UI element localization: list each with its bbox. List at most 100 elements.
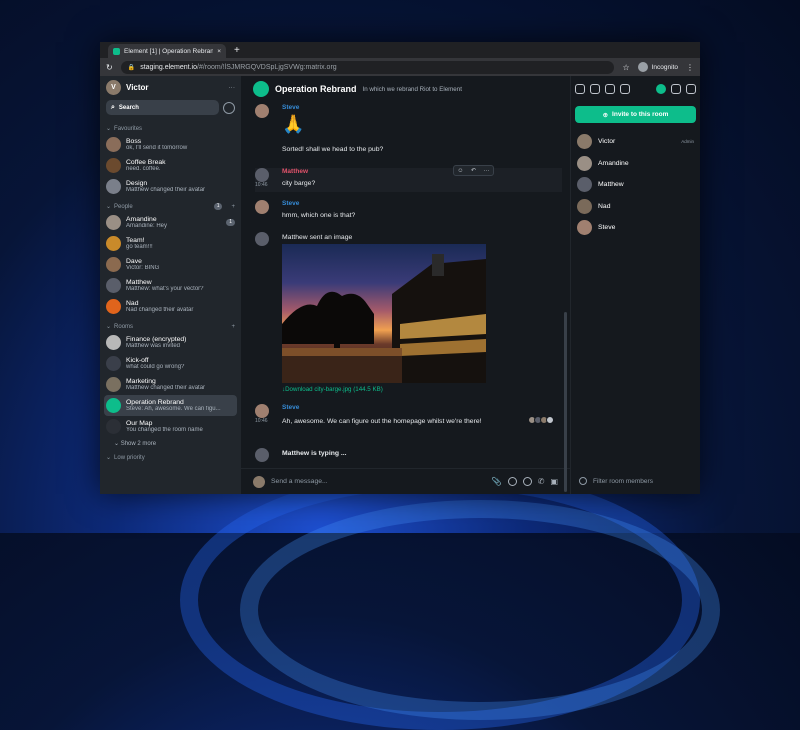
- room-tile[interactable]: Boss ok, I'll send it tomorrow: [100, 134, 241, 155]
- more-options-icon[interactable]: ···: [229, 84, 236, 91]
- city-barge-image[interactable]: [282, 244, 486, 383]
- message-input[interactable]: Send a message...: [271, 478, 486, 485]
- filter-placeholder: Filter room members: [593, 477, 653, 485]
- room-tile[interactable]: Operation Rebrand Steve: Ah, awesome. We …: [104, 395, 237, 416]
- new-tab-button[interactable]: +: [234, 44, 240, 58]
- add-icon[interactable]: +: [231, 204, 235, 210]
- filter-members-input[interactable]: Filter room members: [571, 468, 700, 494]
- user-menu[interactable]: V Victor ···: [100, 76, 241, 98]
- sticker-icon[interactable]: [522, 477, 532, 486]
- room-tile[interactable]: Team! go team!!!: [100, 233, 241, 254]
- favourites-list: Boss ok, I'll send it tomorrow Coffee Brea…: [100, 134, 241, 197]
- timeline-scrollbar[interactable]: [564, 312, 567, 492]
- room-avatar[interactable]: [253, 81, 269, 97]
- member-tile[interactable]: Amandine: [571, 153, 700, 175]
- section-people[interactable]: ⌄ People 1 +: [100, 197, 241, 212]
- room-name: Boss: [126, 138, 142, 145]
- url-host: staging.element.io: [140, 63, 198, 71]
- explore-rooms-icon[interactable]: [223, 101, 235, 114]
- search-room-icon[interactable]: [620, 84, 630, 94]
- room-tile[interactable]: Our Map You changed the room name: [100, 416, 241, 437]
- avatar[interactable]: [255, 200, 269, 214]
- member-tile[interactable]: Matthew: [571, 174, 700, 196]
- attachment-icon[interactable]: 📎: [492, 477, 502, 486]
- search-row: ⌕ Search: [106, 100, 235, 115]
- message-tile[interactable]: Steve hmm, which one is that?: [255, 200, 562, 224]
- files-icon[interactable]: [671, 84, 681, 94]
- room-name: Amandine: [126, 216, 157, 223]
- apps-icon[interactable]: [605, 84, 615, 94]
- voice-call-icon[interactable]: ✆: [538, 477, 545, 486]
- room-text: Coffee Break need. coffee.: [126, 159, 235, 172]
- room-tile[interactable]: Design Matthew changed their avatar: [100, 176, 241, 197]
- room-tile[interactable]: Marketing Matthew changed their avatar: [100, 374, 241, 395]
- invite-button[interactable]: ⊕ Invite to this room: [575, 106, 696, 123]
- browser-menu-icon[interactable]: ⋮: [686, 63, 694, 72]
- photo-scene: [282, 254, 486, 383]
- share-icon[interactable]: [590, 84, 600, 94]
- message-tile[interactable]: Steve 🙏 Sorted! shall we head to the pub…: [255, 104, 562, 160]
- rooms-list: Finance (encrypted) Matthew was invited Ki…: [100, 332, 241, 437]
- star-icon[interactable]: ☆: [622, 63, 629, 72]
- room-text: Nad Nad changed their avatar: [126, 300, 235, 313]
- avatar[interactable]: [255, 404, 269, 418]
- sender-name[interactable]: Steve: [282, 104, 299, 111]
- add-icon[interactable]: +: [231, 324, 235, 330]
- room-avatar: [106, 158, 121, 173]
- room-tile[interactable]: Amandine Amandine: Hey 1: [100, 212, 241, 233]
- search-button[interactable]: ⌕ Search: [106, 100, 219, 115]
- browser-tab[interactable]: Element [1] | Operation Rebrand ×: [108, 44, 226, 58]
- message-tile[interactable]: 10:46 Matthew city barge? ☺ ↶ ···: [255, 165, 562, 192]
- room-title[interactable]: Operation Rebrand: [275, 84, 357, 94]
- room-tile[interactable]: Kick-off what could go wrong?: [100, 353, 241, 374]
- settings-icon[interactable]: [575, 84, 585, 94]
- room-text: Kick-off what could go wrong?: [126, 357, 235, 370]
- room-preview: Steve: Ah, awesome. We can figu...: [126, 406, 221, 412]
- unread-badge: 1: [226, 219, 235, 226]
- power-level: Admin: [681, 139, 694, 145]
- room-avatar: [106, 179, 121, 194]
- reload-icon[interactable]: ↻: [106, 63, 113, 72]
- member-tile[interactable]: Steve: [571, 217, 700, 239]
- video-call-icon[interactable]: ▣: [550, 477, 558, 486]
- sender-name[interactable]: Steve: [282, 404, 299, 411]
- download-link[interactable]: ↓Download city-barge.jpg (144.5 KB): [282, 386, 383, 393]
- react-icon[interactable]: ☺: [454, 166, 467, 175]
- room-tile[interactable]: Finance (encrypted) Matthew was invited: [100, 332, 241, 353]
- tab-close-icon[interactable]: ×: [217, 48, 221, 55]
- options-icon[interactable]: ···: [480, 166, 493, 175]
- incognito-indicator[interactable]: Incognito: [637, 62, 678, 72]
- message-tile[interactable]: 10:46 Steve Ah, awesome. We can figure o…: [255, 404, 562, 440]
- element-favicon-icon: [113, 47, 120, 55]
- room-text: Team! go team!!!: [126, 237, 235, 250]
- message-body: Ah, awesome. We can figure out the homep…: [282, 418, 482, 425]
- room-preview: Matthew changed their avatar: [126, 385, 206, 391]
- avatar[interactable]: [255, 168, 269, 182]
- message-tile[interactable]: Matthew sent an image ↓Download city-bar…: [255, 232, 562, 397]
- reply-icon[interactable]: ↶: [467, 166, 480, 175]
- url-field[interactable]: 🔒 staging.element.io/#/room/!lSJMRGQVDSp…: [120, 60, 615, 74]
- section-low-priority[interactable]: ⌄ Low priority: [100, 450, 241, 463]
- read-receipts[interactable]: [528, 416, 554, 424]
- notifications-icon[interactable]: [686, 84, 696, 94]
- avatar[interactable]: [255, 104, 269, 118]
- room-preview: Amandine: Hey: [126, 223, 168, 229]
- room-preview: ok, I'll send it tomorrow: [126, 145, 188, 151]
- room-tile[interactable]: Matthew Matthew: what's your vector?: [100, 275, 241, 296]
- room-tile[interactable]: Coffee Break need. coffee.: [100, 155, 241, 176]
- emoji-icon[interactable]: [507, 477, 517, 486]
- show-more-button[interactable]: ⌄ Show 2 more: [100, 437, 241, 450]
- sender-name[interactable]: Steve: [282, 200, 299, 207]
- read-avatar: [546, 416, 554, 424]
- room-tile[interactable]: Dave Victor: BING: [100, 254, 241, 275]
- room-preview: Nad changed their avatar: [126, 307, 194, 313]
- sender-name[interactable]: Matthew: [282, 168, 308, 175]
- section-rooms[interactable]: ⌄ Rooms +: [100, 317, 241, 332]
- avatar[interactable]: [255, 232, 269, 246]
- section-favourites[interactable]: ⌄ Favourites: [100, 119, 241, 134]
- member-tile[interactable]: Victor Admin: [571, 131, 700, 153]
- member-tile[interactable]: Nad: [571, 196, 700, 218]
- room-tile[interactable]: Nad Nad changed their avatar: [100, 296, 241, 317]
- members-icon[interactable]: [656, 84, 666, 94]
- member-avatar: [577, 198, 592, 214]
